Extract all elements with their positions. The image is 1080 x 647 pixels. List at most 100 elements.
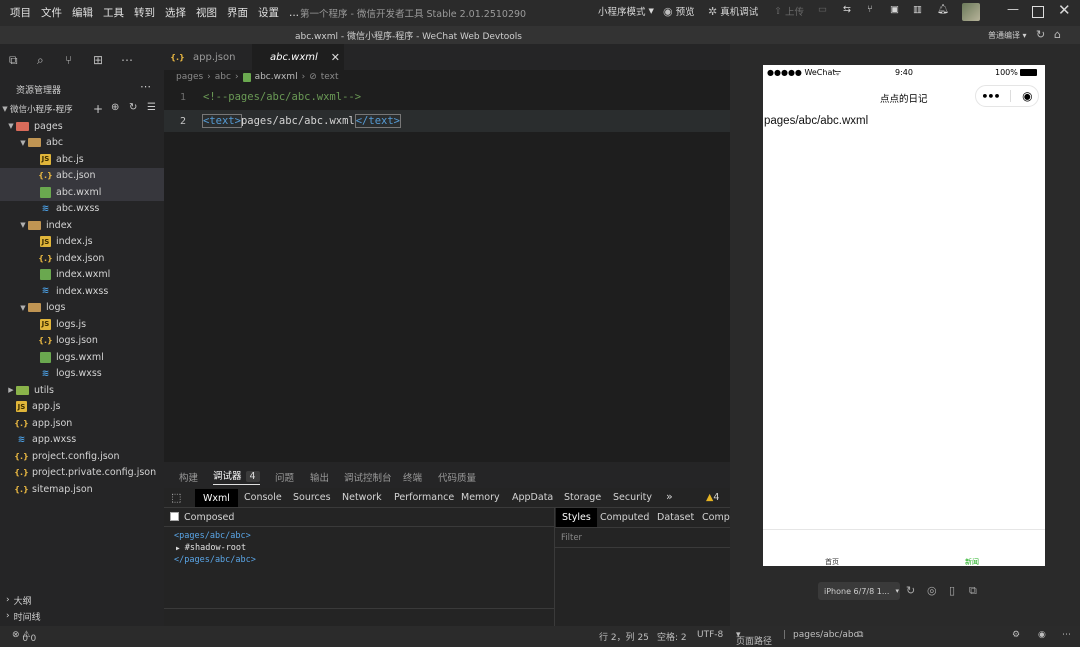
refresh-icon[interactable]: ↻ bbox=[1036, 28, 1045, 41]
problems-indicator[interactable]: ⊗ 0 ⚠ 0 bbox=[12, 630, 36, 644]
tree-item[interactable]: ≋ logs.wxss bbox=[0, 366, 164, 383]
switch-icon[interactable]: ⇆ bbox=[843, 4, 851, 15]
more-icon[interactable]: ⋯ bbox=[121, 53, 133, 67]
tab-wxml[interactable]: Wxml bbox=[195, 489, 238, 507]
tree-item[interactable]: abc.wxml bbox=[0, 184, 164, 201]
menu-item-select[interactable]: 选择 bbox=[165, 5, 186, 20]
page-path-dropdown[interactable]: 页面路径 ▾ bbox=[736, 630, 772, 647]
maximize-icon[interactable] bbox=[1032, 6, 1044, 18]
search-icon[interactable]: ⌕ bbox=[37, 53, 44, 68]
tree-item[interactable]: ≋ index.wxss bbox=[0, 283, 164, 300]
code-line-1[interactable]: 1 <!--pages/abc/abc.wxml--> bbox=[164, 86, 730, 108]
tree-item[interactable]: JS app.js bbox=[0, 399, 164, 416]
tree-item[interactable]: ▼ logs bbox=[0, 300, 164, 317]
bell-icon[interactable]: 🔔︎ bbox=[937, 4, 949, 15]
breadcrumb-item[interactable]: abc bbox=[215, 72, 231, 82]
tree-item[interactable]: JS logs.js bbox=[0, 316, 164, 333]
device-select[interactable]: iPhone 6/7/8 1... ▾ bbox=[818, 582, 900, 600]
composed-checkbox[interactable] bbox=[170, 512, 179, 521]
tree-item[interactable]: {.} sitemap.json bbox=[0, 481, 164, 498]
inspect-element-icon[interactable]: ⬚ bbox=[171, 491, 181, 504]
tab-debugger[interactable]: 调试器 4 bbox=[213, 468, 260, 482]
tab-dataset[interactable]: Dataset bbox=[657, 512, 694, 523]
tree-item[interactable]: {.} project.config.json bbox=[0, 448, 164, 465]
popout-icon[interactable]: ⧉ bbox=[969, 584, 977, 598]
menu-item-edit[interactable]: 编辑 bbox=[72, 5, 93, 20]
panel-icon[interactable]: ▥ bbox=[913, 4, 922, 15]
tabbar-item-news[interactable]: 新闻 bbox=[965, 557, 979, 567]
project-root[interactable]: ▼ 微信小程序-程序 + ⊕ ↻ ☰ bbox=[0, 101, 164, 118]
close-tab-icon[interactable]: ✕ bbox=[331, 51, 340, 64]
source-control-icon[interactable]: ⑂ bbox=[65, 53, 72, 67]
timeline-section[interactable]: › 时间线 bbox=[0, 608, 164, 624]
tree-item[interactable]: {.} index.json bbox=[0, 250, 164, 267]
encoding[interactable]: UTF-8 bbox=[697, 630, 723, 640]
tree-item[interactable]: {.} project.private.config.json bbox=[0, 465, 164, 482]
upload-button[interactable]: ⇧ 上传 bbox=[774, 4, 804, 19]
close-app-icon[interactable]: ◉ bbox=[1022, 89, 1032, 103]
tab-storage[interactable]: Storage bbox=[564, 492, 601, 503]
eye-icon[interactable]: ◉ bbox=[1038, 630, 1046, 640]
tab-build[interactable]: 构建 bbox=[179, 470, 198, 484]
record-icon[interactable]: ◎ bbox=[927, 584, 937, 597]
cursor-position[interactable]: 行 2，列 25 bbox=[599, 630, 649, 643]
minimize-icon[interactable]: — bbox=[1007, 2, 1019, 16]
warnings-indicator[interactable]: ▲4 bbox=[706, 492, 719, 503]
chat-icon[interactable]: ▭ bbox=[818, 4, 827, 15]
tree-item[interactable]: ▼ index bbox=[0, 217, 164, 234]
menu-item-settings[interactable]: 设置 bbox=[258, 5, 279, 20]
rotate-icon[interactable]: ↻ bbox=[906, 584, 915, 597]
tab-appdata[interactable]: AppData bbox=[512, 492, 553, 503]
compile-mode-dropdown[interactable]: 普通编译 ▾ bbox=[988, 30, 1027, 41]
tab-console[interactable]: Console bbox=[244, 492, 282, 503]
dom-node-close[interactable]: </pages/abc/abc> bbox=[174, 555, 256, 565]
collapse-all-icon[interactable]: ☰ bbox=[147, 102, 156, 113]
copy-icon[interactable]: ⧉ bbox=[857, 630, 863, 640]
tree-item[interactable]: {.} abc.json bbox=[0, 167, 164, 184]
menu-item-goto[interactable]: 转到 bbox=[134, 5, 155, 20]
tree-item[interactable]: {.} logs.json bbox=[0, 333, 164, 350]
tab-network[interactable]: Network bbox=[342, 492, 382, 503]
tree-item[interactable]: ≋ abc.wxss bbox=[0, 201, 164, 218]
avatar[interactable] bbox=[962, 3, 980, 21]
styles-filter-input[interactable]: Filter bbox=[561, 533, 582, 543]
new-folder-icon[interactable]: ⊕ bbox=[111, 102, 119, 113]
more-tabs-icon[interactable]: » bbox=[666, 490, 673, 503]
tab-abc-wxml[interactable]: abc.wxml ✕ bbox=[252, 44, 344, 70]
more-icon[interactable]: ⋯ bbox=[1062, 630, 1071, 640]
tab-app-json[interactable]: {.} app.json bbox=[164, 44, 252, 70]
breadcrumb-item[interactable]: pages bbox=[176, 72, 203, 82]
menu-item-tools[interactable]: 工具 bbox=[103, 5, 124, 20]
code-line-2[interactable]: 2 <text> pages/abc/abc.wxml </text> bbox=[164, 110, 730, 132]
branch-icon[interactable]: ⑂ bbox=[867, 4, 873, 15]
remote-debug-button[interactable]: ✲ 真机调试 bbox=[708, 4, 758, 19]
menu-item-file[interactable]: 文件 bbox=[41, 5, 62, 20]
extensions-icon[interactable]: ⊞ bbox=[93, 53, 103, 67]
indentation[interactable]: 空格: 2 bbox=[657, 630, 687, 643]
mode-dropdown[interactable]: 小程序模式 ▼ bbox=[598, 4, 654, 18]
tab-code-quality[interactable]: 代码质量 bbox=[438, 470, 476, 484]
menu-item-more[interactable]: ... bbox=[289, 7, 299, 19]
tab-sources[interactable]: Sources bbox=[293, 492, 331, 503]
tab-computed[interactable]: Computed bbox=[600, 512, 649, 523]
breadcrumb-item[interactable]: text bbox=[321, 72, 339, 82]
tree-item[interactable]: logs.wxml bbox=[0, 349, 164, 366]
tree-item[interactable]: JS abc.js bbox=[0, 151, 164, 168]
tab-styles[interactable]: Styles bbox=[556, 508, 597, 527]
tab-security[interactable]: Security bbox=[613, 492, 652, 503]
new-file-icon[interactable]: + bbox=[93, 102, 103, 116]
refresh-tree-icon[interactable]: ↻ bbox=[129, 102, 137, 113]
tree-item[interactable]: ▼ abc bbox=[0, 135, 164, 152]
dom-node-open[interactable]: <pages/abc/abc> bbox=[174, 531, 251, 541]
more-dots-icon[interactable]: ••• bbox=[981, 90, 1000, 103]
tree-item[interactable]: index.wxml bbox=[0, 267, 164, 284]
explorer-more-icon[interactable]: ⋯ bbox=[140, 80, 151, 93]
tree-item[interactable]: ▼ pages bbox=[0, 118, 164, 135]
tab-performance[interactable]: Performance bbox=[394, 492, 454, 503]
dom-search-bar[interactable] bbox=[164, 608, 554, 626]
preview-button[interactable]: ◉ 预览 bbox=[663, 4, 695, 19]
tabbar-item-home[interactable]: 首页 bbox=[825, 557, 839, 567]
dom-node-shadow-root[interactable]: ▶ #shadow-root bbox=[176, 543, 246, 553]
menu-capsule[interactable]: ••• ◉ bbox=[975, 85, 1039, 107]
menu-item-view[interactable]: 视图 bbox=[196, 5, 217, 20]
